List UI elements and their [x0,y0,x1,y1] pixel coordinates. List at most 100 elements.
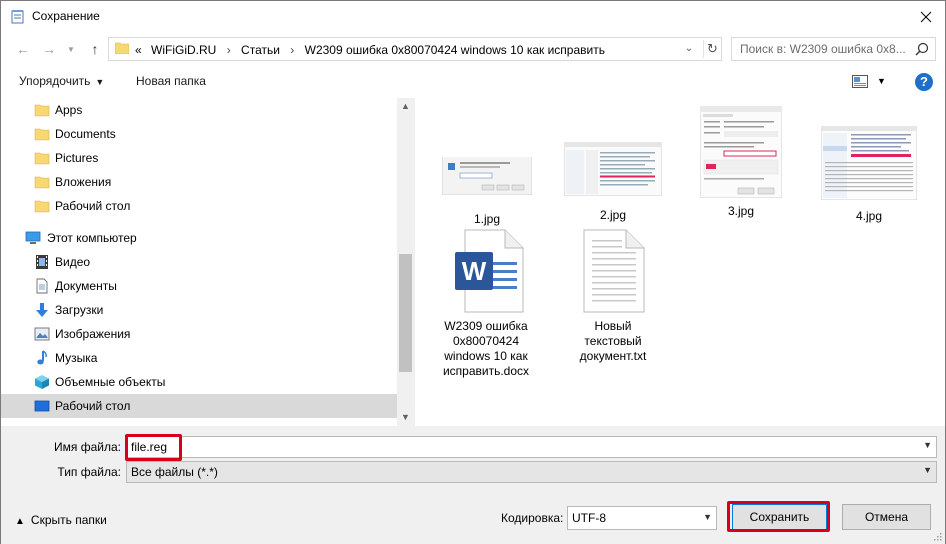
recent-locations-button[interactable]: ▼ [61,39,81,59]
nav-item-label: Рабочий стол [55,199,131,213]
caret-down-icon: ▼ [95,77,105,87]
nav-item-documents-lib[interactable]: Документы [1,274,397,298]
file-name: 2.jpg [599,208,627,222]
downloads-icon [36,303,48,317]
nav-item-attachments[interactable]: Вложения [1,170,397,194]
filename-input[interactable] [131,438,911,456]
chevron-down-icon[interactable]: ▼ [923,440,932,450]
filename-combobox[interactable]: ▼ [126,436,937,458]
nav-item-label: Documents [55,127,116,141]
breadcrumb-separator-icon[interactable]: › [227,43,231,57]
file-name: 3.jpg [727,204,755,218]
address-bar[interactable]: « WiFiGiD.RU › Статьи › W2309 ошибка 0x8… [108,37,722,61]
scroll-up-icon[interactable]: ▲ [397,98,414,115]
close-button[interactable] [907,1,945,32]
scroll-thumb[interactable] [399,254,412,372]
file-item[interactable]: 1.jpg [432,152,542,227]
filetype-select[interactable]: Все файлы (*.*) ▼ [126,461,937,483]
scroll-down-icon[interactable]: ▼ [397,409,414,426]
search-input[interactable] [740,39,920,59]
organize-button[interactable]: Упорядочить ▼ [19,74,104,88]
word-document-icon: W [447,228,525,314]
address-dropdown-button[interactable]: ⌄ [681,41,697,57]
folder-icon [34,128,50,141]
file-item[interactable]: 3.jpg [686,105,796,219]
desktop-icon [34,400,50,412]
chevron-down-icon[interactable]: ▼ [923,465,932,475]
nav-item-label: Загрузки [55,303,104,317]
image-thumbnail [441,152,533,196]
back-button[interactable]: ← [13,39,33,59]
folder-icon [34,200,50,213]
nav-item-video[interactable]: Видео [1,250,397,274]
refresh-icon: ↻ [707,41,718,56]
up-button[interactable]: ↑ [85,39,105,59]
file-item[interactable]: 4.jpg [814,125,924,224]
documents-icon [36,278,48,294]
arrow-up-icon: ↑ [91,41,99,57]
encoding-select[interactable]: UTF-8 ▼ [567,506,717,530]
resize-grip-icon[interactable] [932,531,942,541]
view-mode-icon[interactable] [852,75,868,88]
title-bar: Сохранение [1,1,945,32]
hide-folders-label: Скрыть папки [30,513,107,527]
computer-icon [25,231,41,244]
folder-icon [34,152,50,165]
nav-item-images[interactable]: Изображения [1,322,397,346]
nav-item-this-pc[interactable]: Этот компьютер [1,226,397,250]
breadcrumb-item[interactable]: WiFiGiD.RU [151,43,216,57]
hide-folders-button[interactable]: ▲ Скрыть папки [15,513,107,527]
search-icon [915,42,929,56]
nav-item-downloads[interactable]: Загрузки [1,298,397,322]
file-list: 1.jpg 2.jpg 3.jpg 4.jpg W W2309 ошибка 0… [416,98,945,426]
image-thumbnail [563,141,663,197]
forward-button[interactable]: → [39,39,59,59]
nav-item-label: Apps [55,103,83,117]
help-icon[interactable]: ? [915,73,933,91]
encoding-label: Кодировка: [501,511,564,525]
breadcrumb-separator-icon[interactable]: › [290,43,294,57]
toolbar: Упорядочить ▼ Новая папка ▼ ? [1,66,945,98]
breadcrumb: « WiFiGiD.RU › Статьи › W2309 ошибка 0x8… [135,43,605,57]
nav-item-label: Объемные объекты [55,375,166,389]
folder-icon [115,42,129,54]
nav-item-label: Pictures [55,151,99,165]
file-item[interactable]: W W2309 ошибка 0x80070424 windows 10 как… [431,228,541,379]
nav-item-desktop[interactable]: Рабочий стол [1,394,397,418]
organize-label: Упорядочить [19,74,91,88]
search-box[interactable] [731,37,936,61]
arrow-left-icon: ← [16,41,30,57]
svg-text:W: W [462,256,487,286]
window-title: Сохранение [32,9,100,23]
file-name: Новый текстовый документ.txt [579,319,647,363]
cancel-button[interactable]: Отмена [842,504,931,530]
nav-item-pictures[interactable]: Pictures [1,146,397,170]
new-folder-button[interactable]: Новая папка [136,74,206,88]
close-icon [920,11,932,22]
nav-scrollbar[interactable]: ▲ ▼ [397,98,414,426]
nav-item-documents[interactable]: Documents [1,122,397,146]
file-item[interactable]: Новый текстовый документ.txt [558,228,668,364]
file-name: W2309 ошибка 0x80070424 windows 10 как и… [442,319,530,378]
breadcrumb-item[interactable]: Статьи [241,43,280,57]
nav-item-label: Документы [55,279,117,293]
nav-item-apps[interactable]: Apps [1,98,397,122]
refresh-button[interactable]: ↻ [703,40,721,58]
encoding-value: UTF-8 [572,511,606,525]
filetype-label: Тип файла: [57,465,121,479]
chevron-down-icon[interactable]: ▼ [703,512,712,522]
view-options-caret-icon[interactable]: ▼ [877,76,886,86]
file-name: 1.jpg [473,212,501,226]
folder-icon [34,176,50,189]
file-item[interactable]: 2.jpg [558,141,668,223]
save-dialog: Сохранение ← → ▼ ↑ « WiFiGiD.RU › Статьи… [0,0,946,544]
address-row: ← → ▼ ↑ « WiFiGiD.RU › Статьи › W2309 ош… [1,32,945,66]
breadcrumb-overflow[interactable]: « [135,43,142,57]
navigation-pane: Apps Documents Pictures Вложения Рабочий… [1,98,415,426]
breadcrumb-item[interactable]: W2309 ошибка 0x80070424 windows 10 как и… [305,43,605,57]
nav-item-desktop-folder[interactable]: Рабочий стол [1,194,397,218]
nav-item-3d-objects[interactable]: Объемные объекты [1,370,397,394]
nav-item-music[interactable]: Музыка [1,346,397,370]
text-document-icon [578,228,648,314]
save-button[interactable]: Сохранить [732,504,827,530]
